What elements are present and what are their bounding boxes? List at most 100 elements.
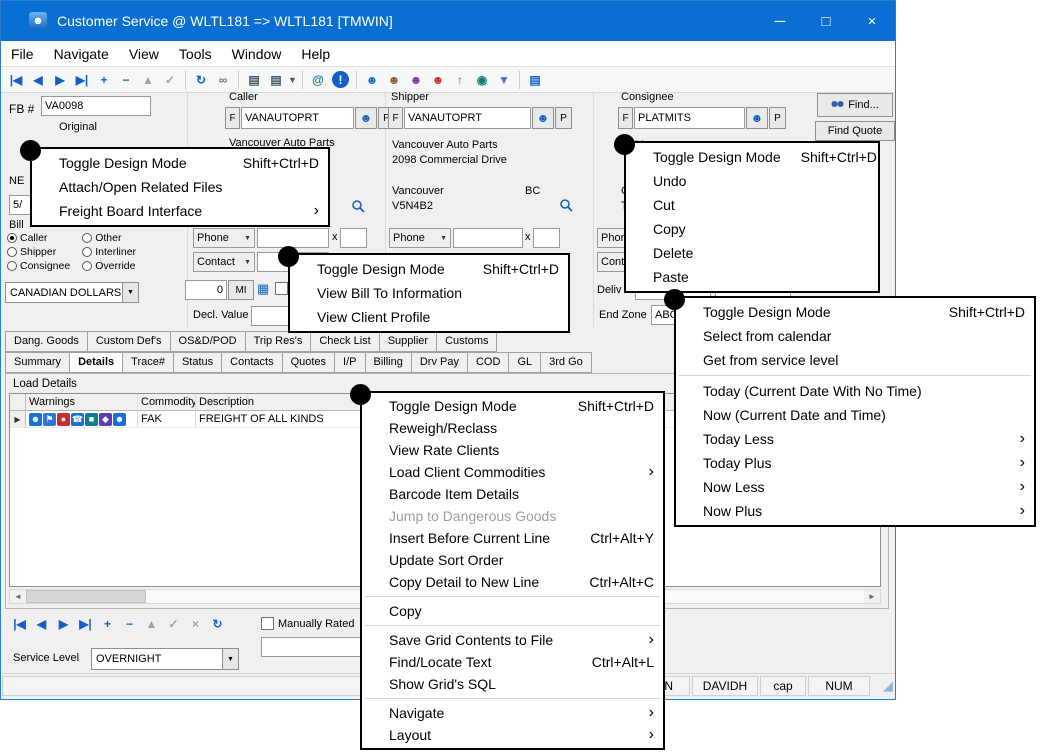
tab-custom-def-s[interactable]: Custom Def's bbox=[88, 331, 171, 352]
menu-item-paste[interactable]: Paste bbox=[626, 265, 878, 289]
shipper-phone-input[interactable] bbox=[453, 228, 523, 248]
close-button[interactable]: × bbox=[849, 1, 895, 41]
column-header-commodity[interactable]: Commodity bbox=[138, 394, 196, 411]
shipper-f-button[interactable]: F bbox=[388, 107, 403, 129]
menu-item-load-client-commodities[interactable]: Load Client Commodities› bbox=[362, 461, 663, 483]
first-record-icon[interactable]: |◀ bbox=[5, 69, 27, 91]
caller-contact-select[interactable]: Contact▼ bbox=[193, 252, 255, 272]
find-button[interactable]: Find... bbox=[817, 93, 893, 117]
option-checkbox[interactable] bbox=[275, 282, 288, 295]
caller-phone-input[interactable] bbox=[257, 228, 329, 248]
tab-drv-pay[interactable]: Drv Pay bbox=[412, 352, 468, 373]
reports-icon[interactable]: ▤ bbox=[524, 69, 546, 91]
tab-gl[interactable]: GL bbox=[509, 352, 541, 373]
menu-item-update-sort-order[interactable]: Update Sort Order bbox=[362, 549, 663, 571]
menu-item-view-rate-clients[interactable]: View Rate Clients bbox=[362, 439, 663, 461]
menu-item-find-locate-text[interactable]: Find/Locate TextCtrl+Alt+L bbox=[362, 651, 663, 673]
tab-trace-[interactable]: Trace# bbox=[123, 352, 174, 373]
edit-record-icon[interactable]: ▲ bbox=[137, 69, 159, 91]
menu-item-reweigh-reclass[interactable]: Reweigh/Reclass bbox=[362, 417, 663, 439]
first-record-icon[interactable]: |◀ bbox=[9, 613, 30, 634]
scroll-right-icon[interactable]: ► bbox=[864, 590, 880, 603]
radio-caller[interactable]: Caller bbox=[7, 231, 70, 244]
customer-profiles-icon[interactable]: ☻ bbox=[361, 69, 383, 91]
menu-item-attach-open-related-files[interactable]: Attach/Open Related Files bbox=[32, 175, 328, 199]
radio-shipper[interactable]: Shipper bbox=[7, 245, 70, 258]
distance-input[interactable] bbox=[185, 280, 227, 300]
calculator-icon[interactable]: ▦ bbox=[257, 281, 269, 297]
menu-item-copy-detail-to-new-line[interactable]: Copy Detail to New LineCtrl+Alt+C bbox=[362, 571, 663, 593]
chevron-down-icon[interactable]: ▼ bbox=[222, 649, 238, 669]
prior-record-icon[interactable]: ◀ bbox=[27, 69, 49, 91]
chevron-down-icon[interactable]: ▼ bbox=[287, 69, 298, 91]
shipper-phone-ext-input[interactable] bbox=[533, 228, 560, 248]
refresh-icon[interactable]: ↻ bbox=[207, 613, 228, 634]
manually-rated-checkbox[interactable] bbox=[261, 617, 274, 630]
next-record-icon[interactable]: ▶ bbox=[49, 69, 71, 91]
caller-client-icon[interactable]: ☻ bbox=[355, 107, 377, 129]
driver-profiles-icon[interactable]: ☻ bbox=[383, 69, 405, 91]
menu-item-delete[interactable]: Delete bbox=[626, 241, 878, 265]
menu-item-view-client-profile[interactable]: View Client Profile bbox=[290, 305, 568, 329]
consignee-code-input[interactable] bbox=[634, 107, 745, 129]
tab-quotes[interactable]: Quotes bbox=[283, 352, 335, 373]
post-edit-icon[interactable]: ✓ bbox=[159, 69, 181, 91]
menu-item-get-from-service-level[interactable]: Get from service level bbox=[676, 348, 1034, 372]
tab-cod[interactable]: COD bbox=[468, 352, 509, 373]
menu-help[interactable]: Help bbox=[291, 41, 340, 66]
tab-customs[interactable]: Customs bbox=[437, 331, 497, 352]
radio-consignee[interactable]: Consignee bbox=[7, 259, 70, 272]
tab-os-d-pod[interactable]: OS&D/POD bbox=[171, 331, 246, 352]
carrier-profiles-icon[interactable]: ☻ bbox=[405, 69, 427, 91]
delete-record-icon[interactable]: − bbox=[115, 69, 137, 91]
tab-3rd-go[interactable]: 3rd Go bbox=[541, 352, 592, 373]
edit-record-icon[interactable]: ▲ bbox=[141, 613, 162, 634]
tab-status[interactable]: Status bbox=[174, 352, 222, 373]
tab-check-list[interactable]: Check List bbox=[311, 331, 379, 352]
menu-item-insert-before-current-line[interactable]: Insert Before Current LineCtrl+Alt+Y bbox=[362, 527, 663, 549]
menu-item-today-less[interactable]: Today Less› bbox=[676, 427, 1034, 451]
caller-phone-ext-input[interactable] bbox=[340, 228, 367, 248]
prior-record-icon[interactable]: ◀ bbox=[31, 613, 52, 634]
fb-number-input[interactable] bbox=[41, 96, 151, 116]
shipper-client-icon[interactable]: ☻ bbox=[532, 107, 554, 129]
scroll-left-icon[interactable]: ◄ bbox=[10, 590, 26, 603]
menu-item-now-current-date-and-time-[interactable]: Now (Current Date and Time) bbox=[676, 403, 1034, 427]
attachments-icon[interactable]: ∞ bbox=[212, 69, 234, 91]
currency-select[interactable]: CANADIAN DOLLARS ▼ bbox=[5, 282, 139, 303]
menu-item-cut[interactable]: Cut bbox=[626, 193, 878, 217]
tab-details[interactable]: Details bbox=[70, 352, 123, 373]
rated-by-input[interactable] bbox=[261, 637, 361, 657]
menu-item-toggle-design-mode[interactable]: Toggle Design ModeShift+Ctrl+D bbox=[676, 300, 1034, 324]
refresh-icon[interactable]: ↻ bbox=[190, 69, 212, 91]
delete-record-icon[interactable]: − bbox=[119, 613, 140, 634]
tab-trip-res-s[interactable]: Trip Res's bbox=[246, 331, 312, 352]
menu-item-freight-board-interface[interactable]: Freight Board Interface› bbox=[32, 199, 328, 223]
caller-phone-type-select[interactable]: Phone▼ bbox=[193, 228, 255, 248]
shipper-phone-type-select[interactable]: Phone▼ bbox=[389, 228, 451, 248]
menu-item-toggle-design-mode[interactable]: Toggle Design ModeShift+Ctrl+D bbox=[290, 257, 568, 281]
menu-window[interactable]: Window bbox=[222, 41, 292, 66]
print-icon[interactable]: ▤ bbox=[243, 69, 265, 91]
chevron-down-icon[interactable]: ▼ bbox=[122, 283, 138, 302]
consignee-p-button[interactable]: P bbox=[769, 107, 786, 129]
menu-item-toggle-design-mode[interactable]: Toggle Design ModeShift+Ctrl+D bbox=[362, 395, 663, 417]
menu-item-undo[interactable]: Undo bbox=[626, 169, 878, 193]
caller-f-button[interactable]: F bbox=[225, 107, 240, 129]
menu-tools[interactable]: Tools bbox=[169, 41, 222, 66]
menu-item-today-plus[interactable]: Today Plus› bbox=[676, 451, 1034, 475]
menu-view[interactable]: View bbox=[119, 41, 169, 66]
filter-icon[interactable]: ▼ bbox=[493, 69, 515, 91]
print-preview-icon[interactable]: ▤ bbox=[265, 69, 287, 91]
cancel-edit-icon[interactable]: × bbox=[185, 613, 206, 634]
find-quote-button[interactable]: Find Quote bbox=[815, 121, 895, 141]
last-record-icon[interactable]: ▶| bbox=[75, 613, 96, 634]
menu-item-now-less[interactable]: Now Less› bbox=[676, 475, 1034, 499]
radio-other[interactable]: Other bbox=[82, 231, 136, 244]
next-record-icon[interactable]: ▶ bbox=[53, 613, 74, 634]
menu-item-layout[interactable]: Layout› bbox=[362, 724, 663, 746]
insert-record-icon[interactable]: + bbox=[97, 613, 118, 634]
consignee-client-icon[interactable]: ☻ bbox=[746, 107, 768, 129]
menu-item-toggle-design-mode[interactable]: Toggle Design ModeShift+Ctrl+D bbox=[32, 151, 328, 175]
dispatch-icon[interactable]: ↑ bbox=[449, 69, 471, 91]
